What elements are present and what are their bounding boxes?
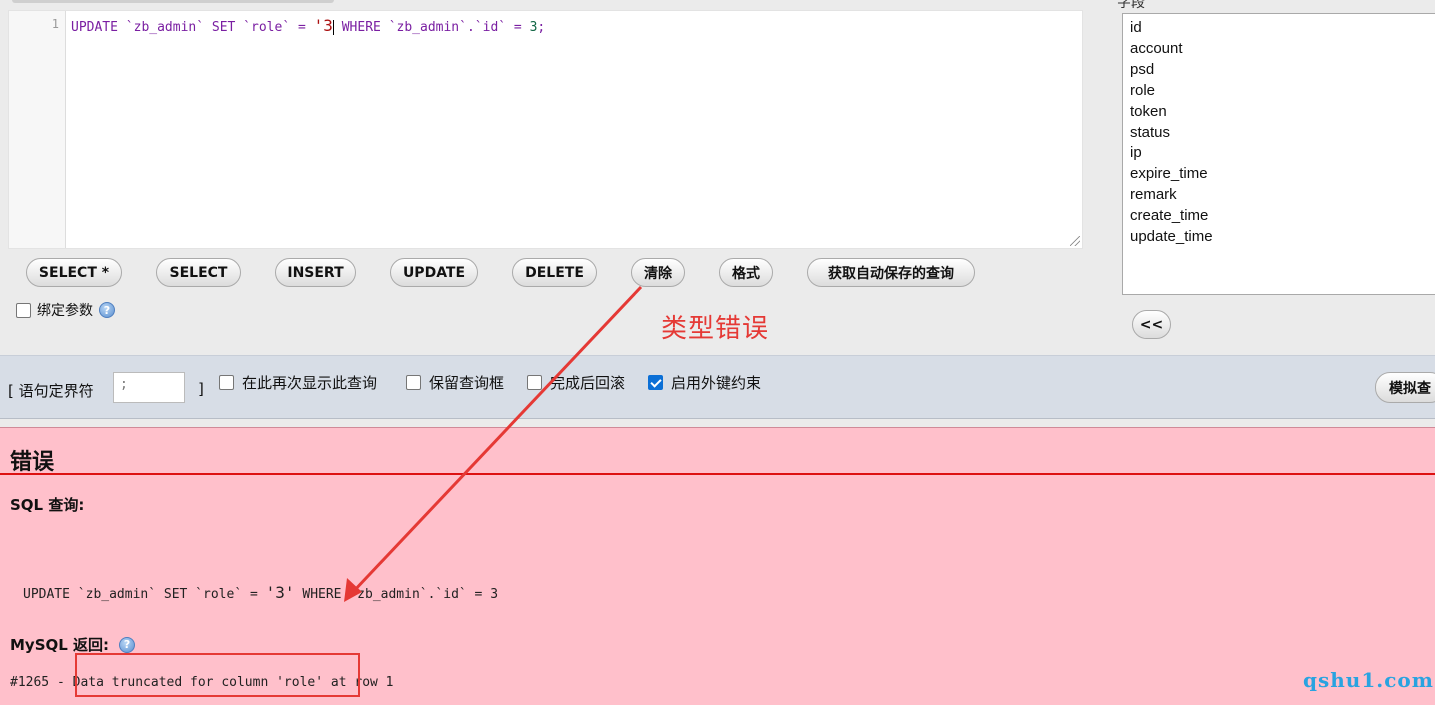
error-highlight-box bbox=[75, 653, 360, 697]
rollback-option[interactable]: 完成后回滚 bbox=[527, 372, 625, 393]
delete-button[interactable]: DELETE bbox=[512, 258, 597, 287]
delimiter-input[interactable]: ; bbox=[113, 372, 185, 403]
bind-params-checkbox[interactable] bbox=[16, 302, 31, 318]
column-item[interactable]: remark bbox=[1130, 185, 1434, 206]
rollback-label: 完成后回滚 bbox=[550, 374, 626, 392]
error-sql-text: UPDATE `zb_admin` SET `role` = '3' WHERE… bbox=[23, 583, 498, 602]
retain-box-option[interactable]: 保留查询框 bbox=[406, 372, 504, 393]
help-icon[interactable]: ? bbox=[99, 302, 115, 318]
error-title: 错误 bbox=[10, 450, 55, 475]
show-again-checkbox[interactable] bbox=[219, 375, 234, 390]
get-autosaved-query-button[interactable]: 获取自动保存的查询 bbox=[807, 258, 975, 287]
sql-string: '3' bbox=[265, 583, 295, 602]
watermark: qshu1.com bbox=[1303, 668, 1434, 692]
foreign-keys-label: 启用外键约束 bbox=[671, 374, 762, 392]
column-item[interactable]: expire_time bbox=[1130, 164, 1434, 185]
foreign-keys-option[interactable]: 启用外键约束 bbox=[648, 372, 761, 393]
column-item[interactable]: ip bbox=[1130, 143, 1434, 164]
rollback-checkbox[interactable] bbox=[527, 375, 542, 390]
simulate-query-button[interactable]: 模拟查 bbox=[1375, 372, 1435, 403]
sql-part: UPDATE `zb_admin` SET `role` = bbox=[23, 587, 266, 602]
columns-list[interactable]: id account psd role token status ip expi… bbox=[1122, 13, 1435, 295]
columns-header: 字段 bbox=[1117, 0, 1145, 11]
retain-box-label: 保留查询框 bbox=[429, 374, 505, 392]
delimiter-label: [ 语句定界符 bbox=[8, 382, 94, 400]
resize-handle[interactable] bbox=[1070, 236, 1080, 246]
format-button[interactable]: 格式 bbox=[719, 258, 773, 287]
column-item[interactable]: token bbox=[1130, 102, 1434, 123]
column-item[interactable]: psd bbox=[1130, 60, 1434, 81]
column-item[interactable]: update_time bbox=[1130, 227, 1434, 248]
select-star-button[interactable]: SELECT * bbox=[26, 258, 122, 287]
type-error-annotation: 类型错误 bbox=[661, 314, 770, 344]
mysql-response-label: MySQL 返回: bbox=[10, 636, 110, 654]
line-number: 1 bbox=[51, 17, 59, 31]
insert-button[interactable]: INSERT bbox=[275, 258, 356, 287]
column-item[interactable]: status bbox=[1130, 123, 1434, 144]
code-semicolon: ; bbox=[537, 20, 546, 35]
column-item[interactable]: role bbox=[1130, 81, 1434, 102]
error-divider bbox=[0, 473, 1435, 475]
code-string: '3 bbox=[313, 16, 333, 35]
mysql-response-header: MySQL 返回: ? bbox=[10, 634, 136, 655]
select-button[interactable]: SELECT bbox=[156, 258, 241, 287]
sql-query-label: SQL 查询: bbox=[10, 496, 85, 514]
bind-params-row: 绑定参数 ? bbox=[16, 300, 115, 320]
insert-column-button[interactable]: << bbox=[1132, 310, 1171, 339]
bind-params-label: 绑定参数 bbox=[37, 303, 93, 319]
foreign-keys-checkbox[interactable] bbox=[648, 375, 663, 390]
delimiter-label-close: ] bbox=[198, 380, 204, 398]
query-panel: 字段 1 UPDATE `zb_admin` SET `role` = '3 W… bbox=[0, 0, 1435, 355]
column-item[interactable]: account bbox=[1130, 39, 1434, 60]
help-icon[interactable]: ? bbox=[119, 636, 136, 653]
code-part: UPDATE `zb_admin` SET `role` = bbox=[71, 20, 314, 35]
clear-button[interactable]: 清除 bbox=[631, 258, 685, 287]
column-item[interactable]: create_time bbox=[1130, 206, 1434, 227]
retain-box-checkbox[interactable] bbox=[406, 375, 421, 390]
show-again-label: 在此再次显示此查询 bbox=[242, 374, 378, 392]
tab-strip bbox=[12, 0, 334, 3]
code-part: WHERE `zb_admin`.`id` = bbox=[333, 20, 530, 35]
query-options-bar: [ 语句定界符 ; ] 在此再次显示此查询 保留查询框 完成后回滚 启用外键约束… bbox=[0, 355, 1435, 419]
column-item[interactable]: id bbox=[1130, 18, 1434, 39]
line-gutter: 1 bbox=[9, 11, 66, 248]
update-button[interactable]: UPDATE bbox=[390, 258, 478, 287]
sql-part: WHERE `zb_admin`.`id` = 3 bbox=[294, 587, 499, 602]
show-again-option[interactable]: 在此再次显示此查询 bbox=[219, 372, 377, 393]
code-line[interactable]: UPDATE `zb_admin` SET `role` = '3 WHERE … bbox=[71, 16, 545, 35]
sql-editor[interactable]: 1 UPDATE `zb_admin` SET `role` = '3 WHER… bbox=[8, 10, 1083, 249]
